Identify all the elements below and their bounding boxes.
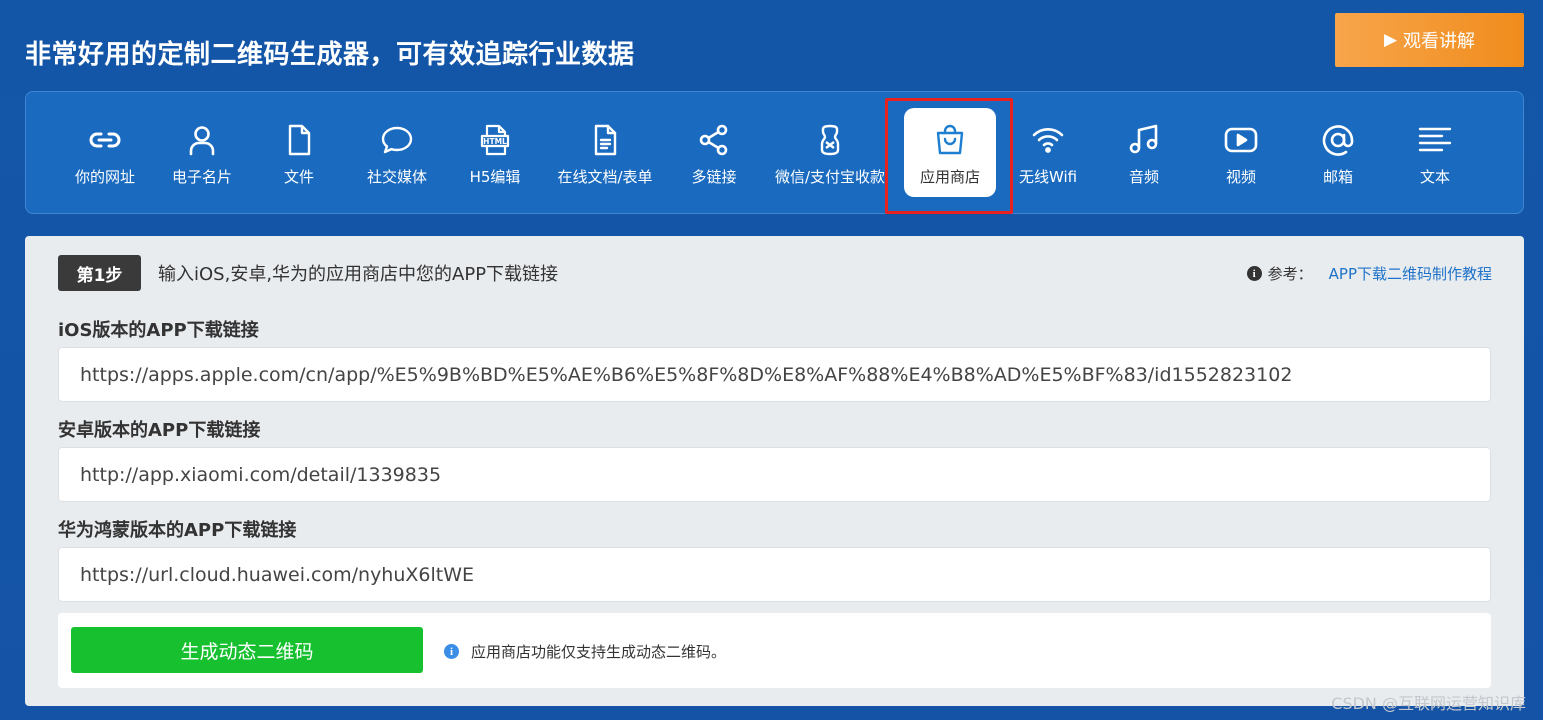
type-item-app-store[interactable]: 应用商店: [904, 108, 996, 197]
huawei-link-input[interactable]: [58, 547, 1491, 602]
type-item-url[interactable]: 你的网址: [64, 102, 146, 202]
music-note-icon: [1127, 122, 1161, 158]
type-item-label: 社交媒体: [366, 168, 427, 186]
generate-row: 生成动态二维码 i 应用商店功能仅支持生成动态二维码。: [58, 613, 1491, 688]
type-item-file[interactable]: 文件: [258, 102, 340, 202]
generate-note: i 应用商店功能仅支持生成动态二维码。: [444, 641, 726, 662]
type-item-text[interactable]: 文本: [1394, 102, 1476, 202]
type-item-video[interactable]: 视频: [1200, 102, 1282, 202]
type-item-vcard[interactable]: 电子名片: [161, 102, 243, 202]
android-field-label: 安卓版本的APP下载链接: [58, 420, 261, 441]
type-item-label: 微信/支付宝收款: [774, 168, 886, 186]
info-icon: i: [444, 644, 459, 659]
type-item-label: 邮箱: [1322, 168, 1353, 186]
watermark: CSDN @互联网运营知识库: [1331, 694, 1526, 713]
type-item-label: 多链接: [691, 168, 737, 186]
type-item-label: 电子名片: [171, 168, 232, 186]
type-item-payment[interactable]: 微信/支付宝收款: [768, 102, 892, 202]
play-triangle-icon: ▶: [1383, 29, 1398, 50]
ios-link-input[interactable]: [58, 347, 1491, 402]
payment-icon: [813, 122, 847, 158]
form-panel: 第1步 输入iOS,安卓,华为的应用商店中您的APP下载链接 i 参考： APP…: [25, 236, 1524, 706]
type-item-label: 在线文档/表单: [557, 168, 653, 186]
reference: i 参考： APP下载二维码制作教程: [1246, 263, 1492, 284]
person-icon: [185, 122, 219, 158]
type-item-wifi[interactable]: 无线Wifi: [1006, 102, 1090, 202]
type-item-label: 视频: [1225, 168, 1256, 186]
chat-bubble-icon: [380, 122, 414, 158]
document-icon: [588, 122, 622, 158]
type-item-label: 无线Wifi: [1018, 168, 1078, 186]
at-icon: [1321, 122, 1355, 158]
svg-text:HTML: HTML: [483, 137, 507, 146]
play-icon: [1224, 122, 1258, 158]
type-item-label: H5编辑: [469, 168, 521, 186]
html-icon: HTML: [478, 122, 512, 158]
android-link-input[interactable]: [58, 447, 1491, 502]
type-item-online-doc[interactable]: 在线文档/表单: [548, 102, 662, 202]
watch-tutorial-button[interactable]: ▶ 观看讲解: [1335, 13, 1524, 67]
type-item-h5[interactable]: HTML H5编辑: [454, 102, 536, 202]
share-icon: [697, 122, 731, 158]
watch-tutorial-label: 观看讲解: [1403, 31, 1476, 52]
page-title: 非常好用的定制二维码生成器，可有效追踪行业数据: [25, 40, 635, 70]
qr-type-bar: 你的网址 电子名片 文件 社交媒体 HTML H5编辑 在线文档/表单 多链接 …: [25, 91, 1524, 214]
ios-field-label: iOS版本的APP下载链接: [58, 320, 259, 341]
generate-dynamic-qr-button[interactable]: 生成动态二维码: [71, 627, 423, 673]
type-item-label: 你的网址: [74, 168, 135, 186]
step-badge: 第1步: [58, 255, 141, 291]
info-icon: i: [1246, 266, 1262, 281]
generate-note-text: 应用商店功能仅支持生成动态二维码。: [471, 643, 727, 661]
type-item-email[interactable]: 邮箱: [1297, 102, 1379, 202]
type-item-multi-link[interactable]: 多链接: [672, 102, 756, 202]
reference-label: 参考：: [1267, 265, 1313, 283]
type-item-label: 文本: [1419, 168, 1450, 186]
type-item-label: 应用商店: [919, 168, 980, 186]
step-instruction: 输入iOS,安卓,华为的应用商店中您的APP下载链接: [158, 264, 559, 285]
link-icon: [88, 122, 122, 158]
type-item-label: 文件: [283, 168, 314, 186]
file-icon: [282, 122, 316, 158]
type-item-social[interactable]: 社交媒体: [354, 102, 440, 202]
wifi-icon: [1031, 122, 1065, 158]
tutorial-link[interactable]: APP下载二维码制作教程: [1329, 263, 1492, 284]
huawei-field-label: 华为鸿蒙版本的APP下载链接: [58, 520, 297, 541]
text-lines-icon: [1418, 122, 1452, 158]
type-item-audio[interactable]: 音频: [1103, 102, 1185, 202]
type-item-label: 音频: [1128, 168, 1159, 186]
shopping-bag-icon: [933, 122, 967, 158]
